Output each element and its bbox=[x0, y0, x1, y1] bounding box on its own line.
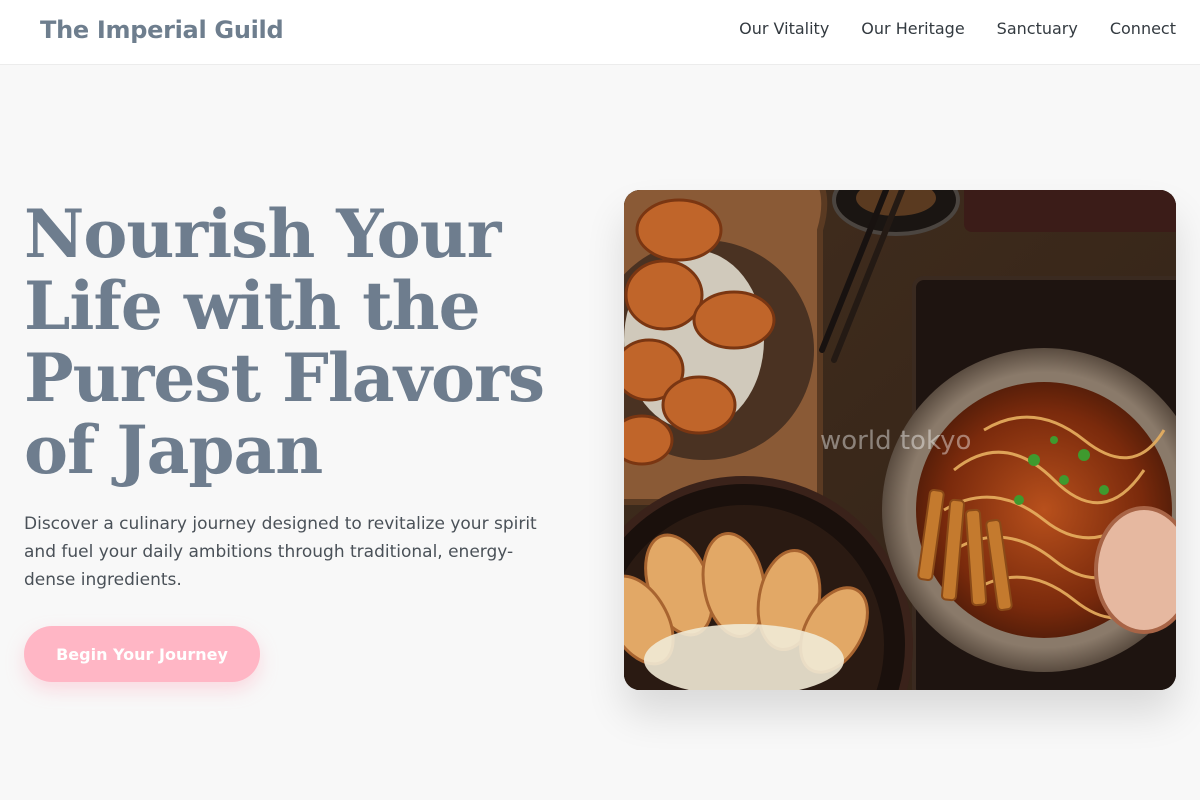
image-watermark: world tokyo bbox=[820, 426, 972, 456]
main-nav: Our Vitality Our Heritage Sanctuary Conn… bbox=[739, 19, 1176, 38]
nav-connect[interactable]: Connect bbox=[1110, 19, 1176, 38]
begin-journey-button[interactable]: Begin Your Journey bbox=[24, 626, 260, 682]
site-header: The Imperial Guild Our Vitality Our Heri… bbox=[0, 0, 1200, 65]
hero-subtitle: Discover a culinary journey designed to … bbox=[24, 514, 537, 590]
hero-food-image: world tokyo bbox=[624, 190, 1176, 690]
hero-title: Nourish Your Life with the Purest Flavor… bbox=[24, 195, 545, 489]
brand-logo[interactable]: The Imperial Guild bbox=[40, 16, 284, 44]
nav-our-vitality[interactable]: Our Vitality bbox=[739, 19, 829, 38]
nav-sanctuary[interactable]: Sanctuary bbox=[997, 19, 1078, 38]
nav-our-heritage[interactable]: Our Heritage bbox=[861, 19, 964, 38]
